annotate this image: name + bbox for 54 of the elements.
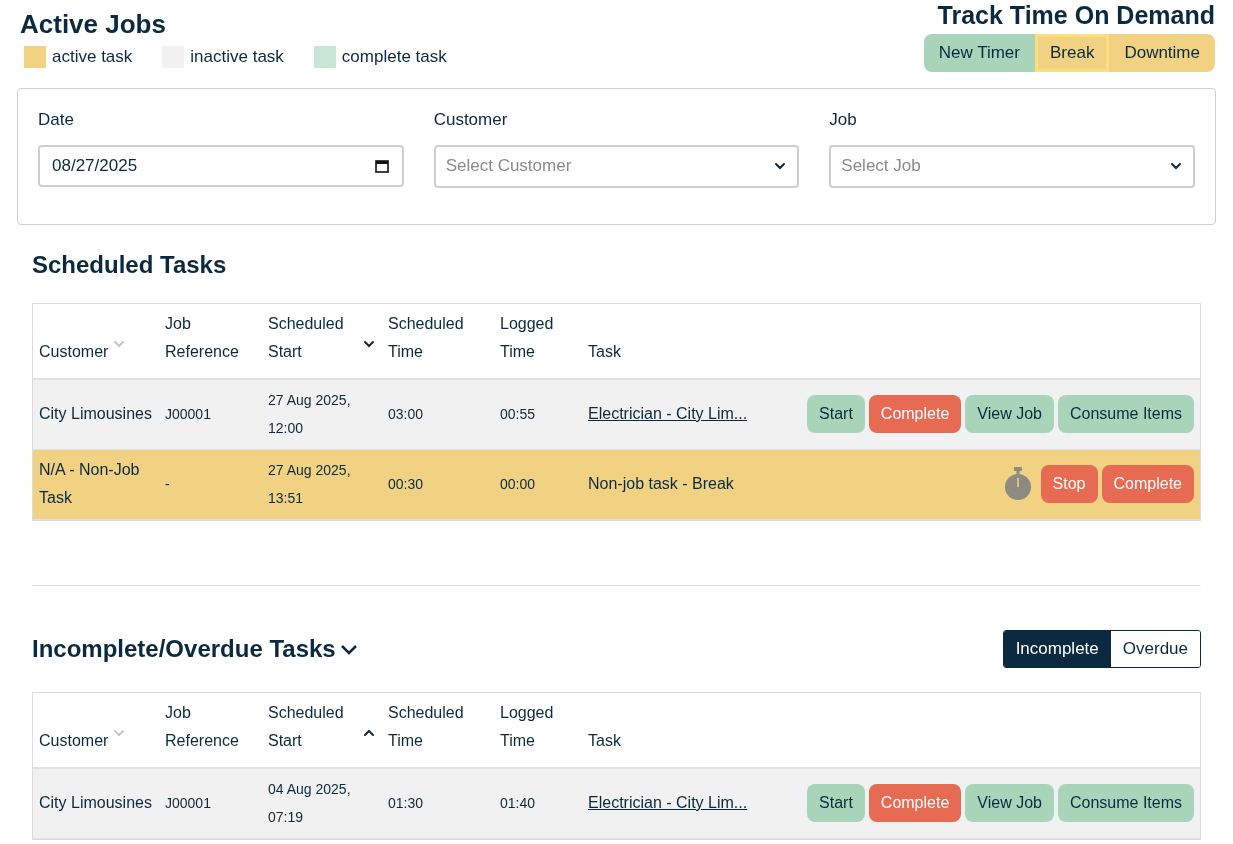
- logged-time-cell: 01:40: [500, 794, 536, 811]
- column-header: Job Reference: [165, 313, 240, 362]
- job-reference-cell: J00001: [165, 794, 211, 811]
- scheduled-time-cell: 01:30: [388, 794, 424, 811]
- customer-cell: City Limousines: [39, 794, 152, 811]
- customer-select[interactable]: Select Customer: [433, 144, 800, 188]
- logged-time-cell: 00:55: [500, 405, 536, 422]
- scheduled-start-cell: 27 Aug 2025, 13:51: [268, 462, 351, 506]
- column-header: Logged Time: [500, 702, 555, 751]
- scheduled-time-cell: 00:30: [388, 475, 424, 492]
- page-title: Active Jobs: [20, 8, 167, 41]
- column-header[interactable]: Customer: [39, 337, 109, 366]
- calendar-icon: [373, 157, 390, 174]
- action-button[interactable]: View Job: [965, 395, 1054, 433]
- action-button[interactable]: Consume Items: [1057, 395, 1194, 433]
- legend-label: complete task: [341, 46, 447, 68]
- filter-tab[interactable]: Incomplete: [1003, 630, 1111, 667]
- section-title: Incomplete/Overdue Tasks: [32, 633, 336, 664]
- task-link[interactable]: Electrician - City Lim...: [588, 402, 748, 426]
- job-reference-cell: -: [165, 475, 170, 492]
- column-header[interactable]: Customer: [39, 726, 109, 755]
- column-header: Task: [588, 730, 621, 751]
- legend-label: active task: [52, 46, 133, 68]
- scheduled-start-cell: 27 Aug 2025, 12:00: [268, 392, 351, 436]
- column-header: Scheduled Time: [388, 702, 465, 751]
- customer-cell: City Limousines: [39, 405, 152, 422]
- field-label: Date: [38, 109, 75, 131]
- section-title: Scheduled Tasks: [32, 249, 228, 280]
- timer-button[interactable]: New Timer: [923, 34, 1035, 72]
- column-header: Scheduled Time: [388, 313, 465, 362]
- column-header: Logged Time: [500, 313, 555, 362]
- job-select[interactable]: Select Job: [829, 144, 1195, 188]
- on-demand-title: Track Time On Demand: [937, 4, 1215, 26]
- action-button[interactable]: Start: [807, 784, 865, 822]
- date-field[interactable]: 08/27/2025: [38, 144, 404, 187]
- customer-cell: N/A - Non-Job Task: [39, 461, 140, 506]
- action-button[interactable]: Start: [807, 395, 865, 433]
- legend-label: inactive task: [190, 46, 284, 68]
- scheduled-start-cell: 04 Aug 2025, 07:19: [268, 781, 351, 825]
- action-button[interactable]: View Job: [965, 784, 1054, 822]
- action-button[interactable]: Consume Items: [1057, 784, 1194, 822]
- timer-button[interactable]: Break: [1035, 34, 1110, 72]
- field-label: Job: [829, 109, 858, 131]
- column-header[interactable]: Scheduled Start: [268, 698, 358, 755]
- column-header[interactable]: Scheduled Start: [268, 309, 358, 366]
- column-header: Task: [588, 341, 621, 362]
- logged-time-cell: 00:00: [500, 475, 536, 492]
- task-link[interactable]: Electrician - City Lim...: [588, 791, 748, 815]
- job-reference-cell: J00001: [165, 405, 211, 422]
- scheduled-time-cell: 03:00: [388, 405, 424, 422]
- timer-button[interactable]: Downtime: [1109, 34, 1215, 72]
- field-label: Customer: [433, 109, 509, 131]
- task-cell-text: Non-job task - Break: [588, 474, 734, 494]
- column-header: Job Reference: [165, 702, 240, 751]
